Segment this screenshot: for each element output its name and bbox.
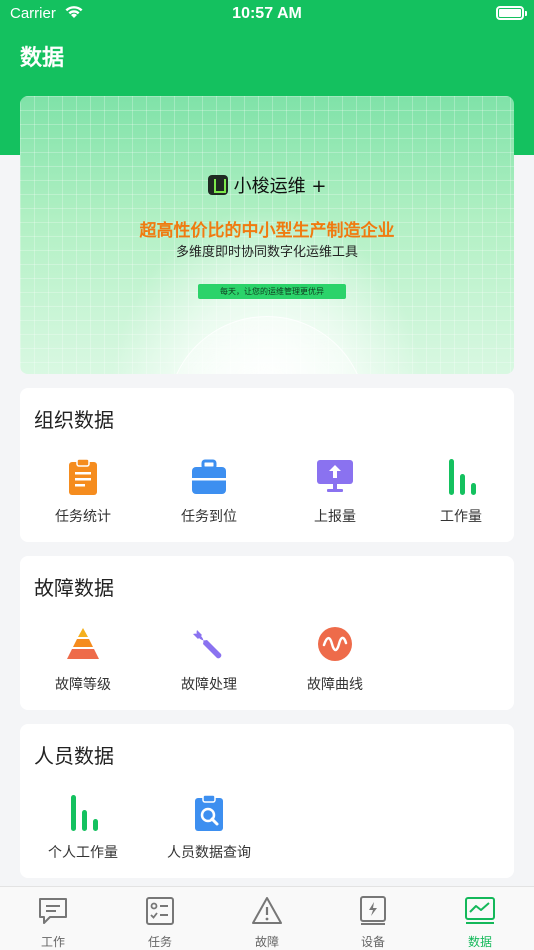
wave-icon [318, 627, 352, 661]
banner-tag: 每天，让您的运维管理更优异 [198, 284, 346, 299]
tile-label: 故障等级 [55, 677, 111, 693]
bar-chart-icon [449, 459, 476, 495]
bottom-tab-bar: 工作 任务 故障 设备 数据 [0, 886, 534, 950]
section-title: 组织数据 [34, 408, 114, 432]
tile-label: 工作量 [440, 509, 482, 525]
chart-monitor-icon [465, 897, 495, 924]
task-arrival-tile[interactable]: 任务到位 [146, 458, 272, 538]
tab-devices[interactable]: 设备 [320, 887, 426, 950]
tile-label: 任务到位 [181, 509, 237, 525]
tab-label: 工作 [40, 935, 65, 949]
clipboard-icon [69, 458, 97, 495]
battery-icon [496, 6, 527, 20]
bar-chart-icon [71, 795, 98, 831]
page-title: 数据 [20, 46, 65, 71]
device-icon [360, 896, 386, 925]
tab-label: 故障 [254, 935, 279, 949]
brand-name: 小梭运维 + [233, 176, 327, 197]
brand-logo-icon [207, 175, 228, 195]
fault-data-card: 故障数据 故障等级 故障处理 故障曲线 [20, 556, 514, 710]
pyramid-icon [67, 628, 99, 659]
wrench-icon [193, 630, 222, 659]
workload-tile[interactable]: 工作量 [398, 458, 524, 538]
fault-handling-tile[interactable]: 故障处理 [146, 626, 272, 706]
tile-label: 故障曲线 [307, 677, 363, 693]
tab-data[interactable]: 数据 [427, 887, 533, 950]
message-icon [39, 898, 67, 924]
tab-label: 任务 [147, 935, 172, 949]
personal-workload-tile[interactable]: 个人工作量 [20, 794, 146, 874]
tile-label: 个人工作量 [48, 845, 118, 861]
task-stats-tile[interactable]: 任务统计 [20, 458, 146, 538]
tab-faults[interactable]: 故障 [214, 887, 320, 950]
status-time: 10:57 AM [232, 5, 302, 22]
banner-brand: 小梭运维 + [20, 172, 514, 198]
people-query-tile[interactable]: 人员数据查询 [146, 794, 272, 874]
tab-work[interactable]: 工作 [0, 887, 106, 950]
tile-label: 人员数据查询 [167, 845, 251, 861]
section-title: 人员数据 [34, 744, 114, 768]
section-title: 故障数据 [34, 576, 114, 600]
people-data-card: 人员数据 个人工作量 人员数据查询 [20, 724, 514, 878]
banner-subline: 多维度即时协同数字化运维工具 [175, 245, 358, 260]
org-data-card: 组织数据 任务统计 任务到位 上报量 工作量 [20, 388, 514, 542]
fault-level-tile[interactable]: 故障等级 [20, 626, 146, 706]
banner-headline: 超高性价比的中小型生产制造企业 [139, 221, 395, 241]
tile-label: 故障处理 [181, 677, 237, 693]
checklist-icon [146, 897, 174, 925]
upload-monitor-icon [317, 460, 353, 492]
search-clipboard-icon [195, 794, 223, 831]
tab-label: 设备 [360, 935, 385, 949]
fault-curve-tile[interactable]: 故障曲线 [272, 626, 398, 706]
tab-label: 数据 [467, 935, 492, 949]
report-volume-tile[interactable]: 上报量 [272, 458, 398, 538]
status-bar: Carrier 10:57 AM [0, 0, 534, 28]
promo-banner[interactable]: 小梭运维 + 超高性价比的中小型生产制造企业 多维度即时协同数字化运维工具 每天… [20, 96, 514, 374]
tab-tasks[interactable]: 任务 [107, 887, 213, 950]
briefcase-icon [192, 459, 226, 494]
warning-icon [252, 897, 282, 924]
tile-label: 上报量 [314, 509, 356, 525]
tile-label: 任务统计 [55, 509, 111, 525]
